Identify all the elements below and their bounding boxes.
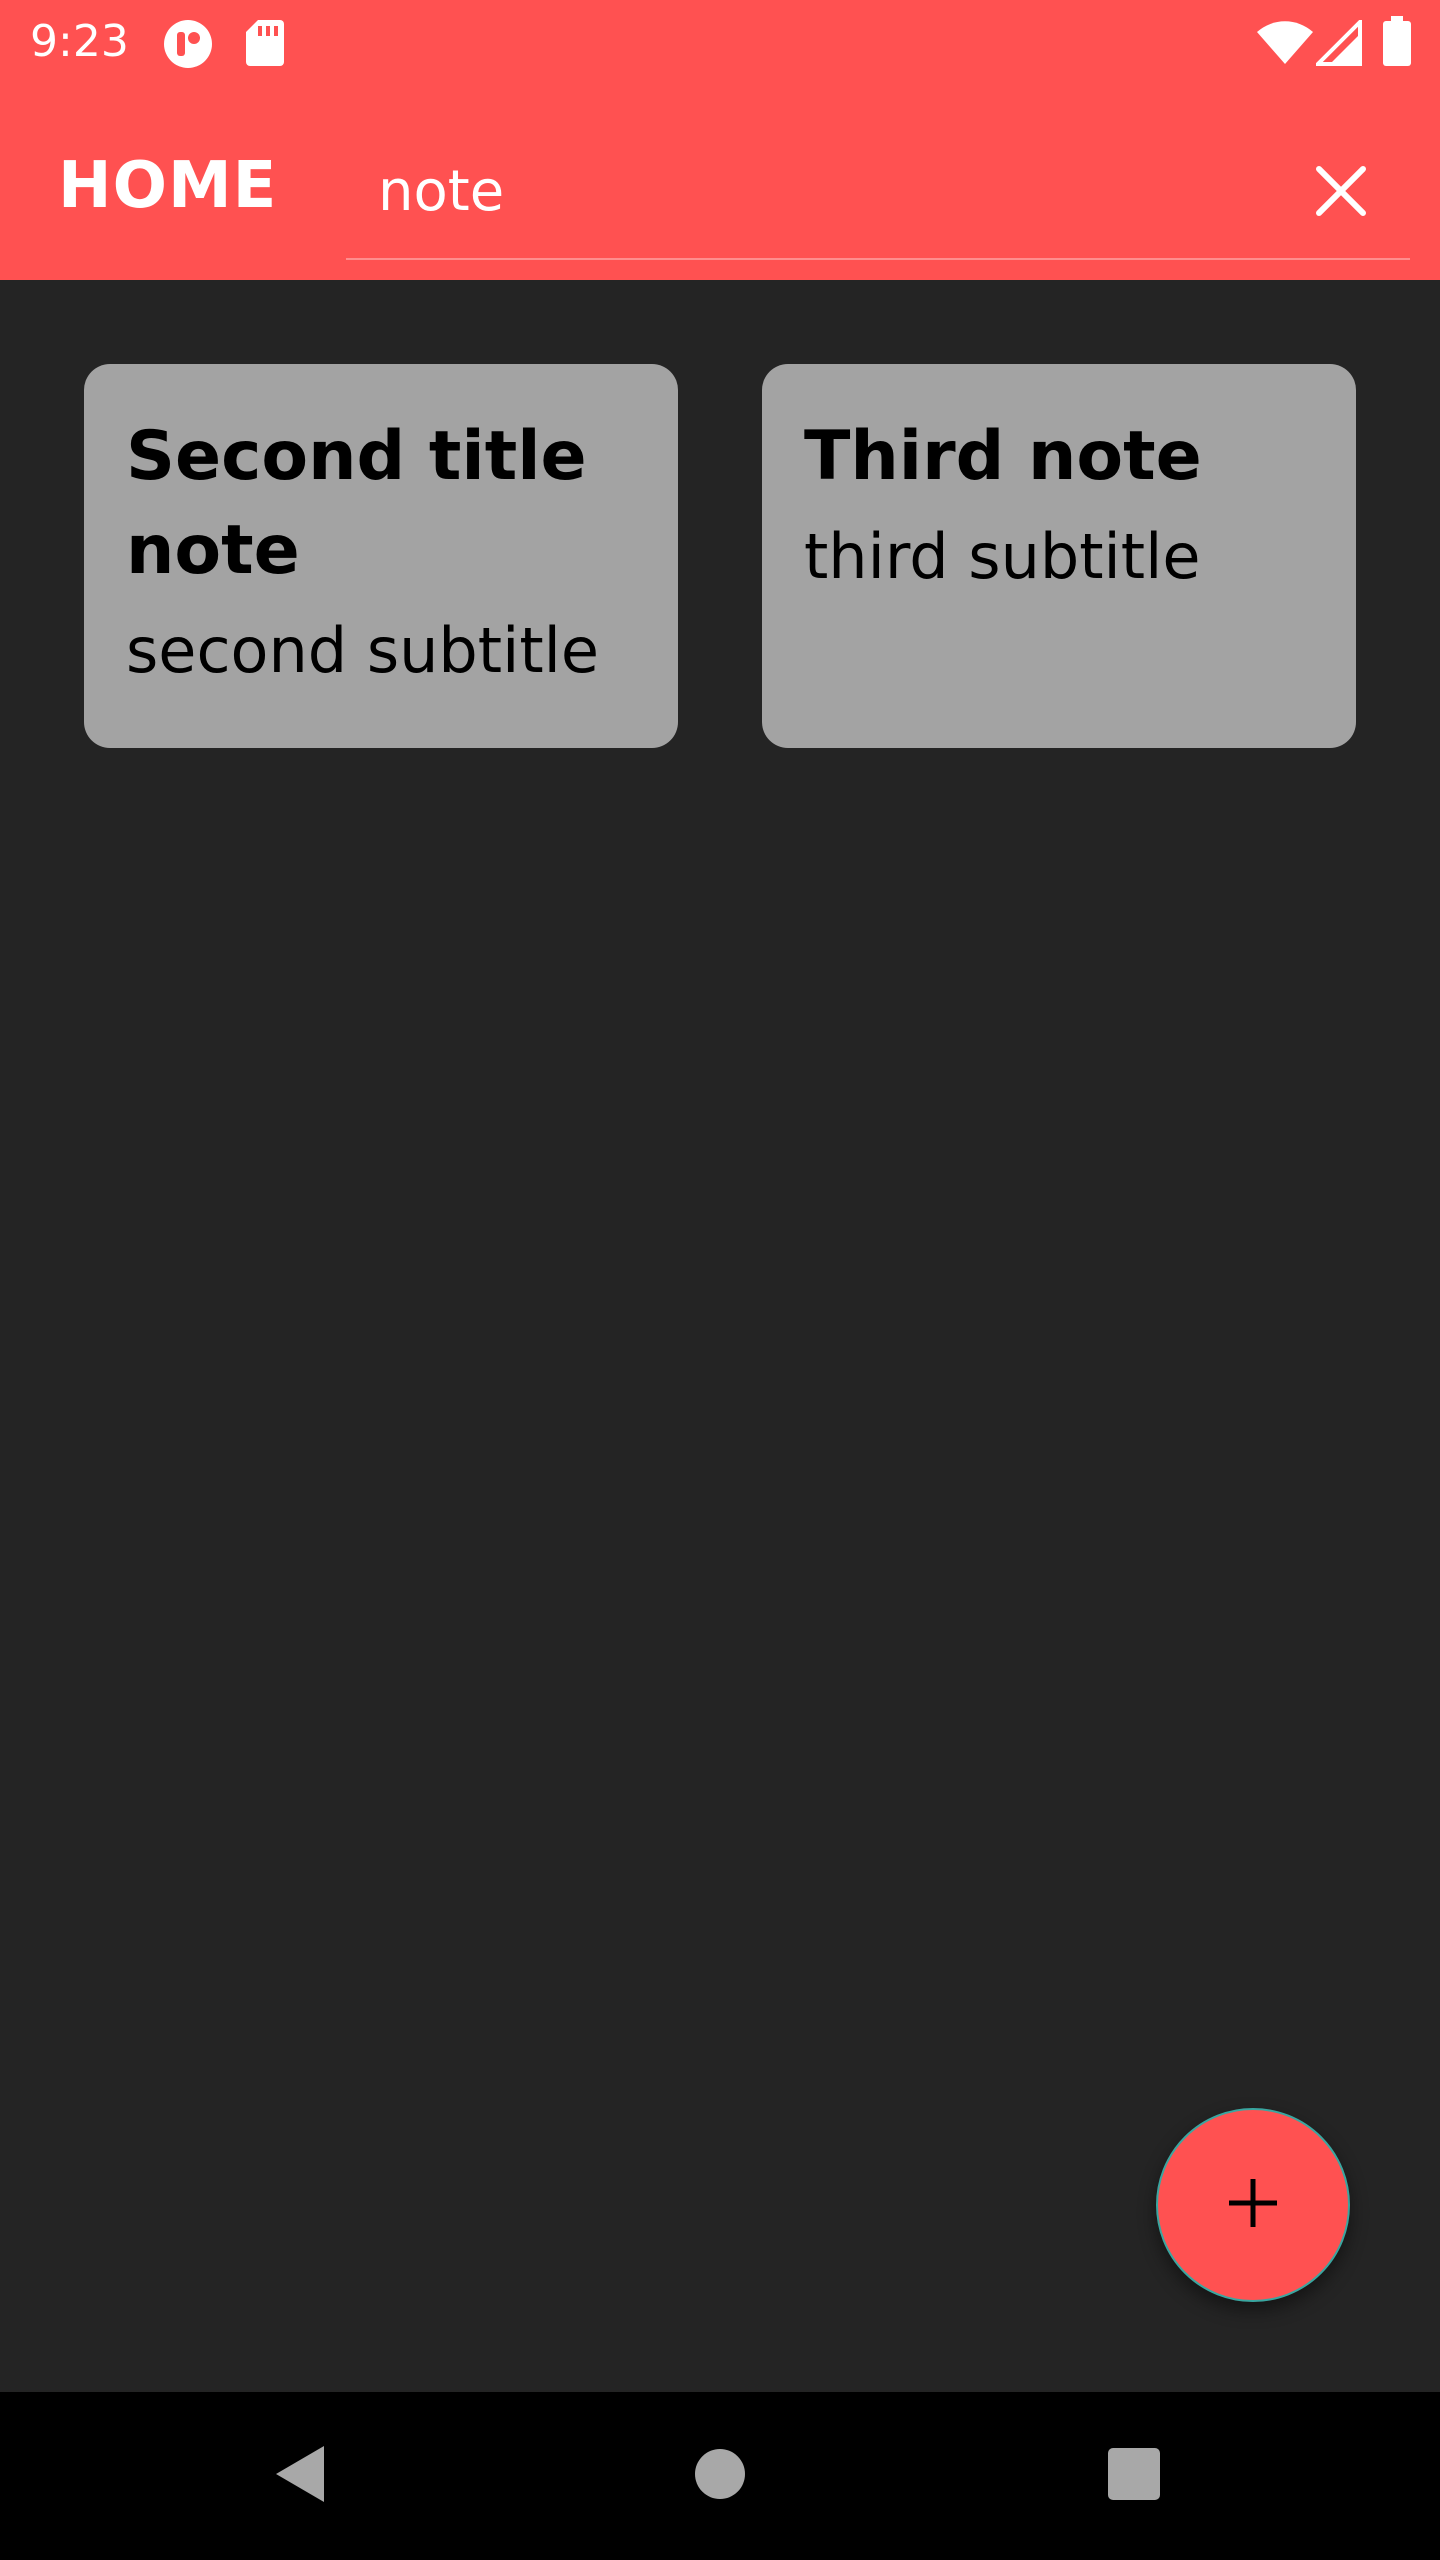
close-icon — [1313, 163, 1369, 224]
note-subtitle: third subtitle — [804, 520, 1201, 593]
sd-card-icon — [246, 18, 284, 71]
app-bar: HOME — [0, 84, 1440, 280]
home-button[interactable] — [620, 2392, 820, 2560]
close-search-button[interactable] — [1290, 142, 1392, 244]
battery-icon — [1382, 16, 1412, 71]
navigation-bar — [0, 2392, 1440, 2560]
wifi-icon — [1256, 20, 1314, 71]
recents-button[interactable] — [1034, 2392, 1234, 2560]
note-card[interactable]: Second title note second subtitle — [84, 364, 678, 748]
assistant-icon — [162, 18, 214, 75]
page-title: HOME — [58, 149, 278, 223]
back-button[interactable] — [200, 2392, 400, 2560]
plus-icon — [1225, 2175, 1281, 2236]
note-title: Second title note — [126, 417, 587, 590]
notes-grid: Second title note second subtitle Third … — [84, 364, 1356, 748]
home-icon — [694, 2448, 746, 2505]
recents-icon — [1107, 2447, 1161, 2506]
note-card[interactable]: Third note third subtitle — [762, 364, 1356, 748]
note-title: Third note — [804, 417, 1202, 496]
back-icon — [272, 2444, 328, 2509]
note-subtitle: second subtitle — [126, 614, 599, 687]
search-input[interactable] — [346, 124, 1410, 260]
status-time: 9:23 — [30, 16, 129, 67]
status-bar: 9:23 — [0, 0, 1440, 84]
screen: 9:23 HOME note Second title note second … — [0, 0, 1440, 2560]
signal-icon — [1313, 17, 1362, 71]
add-note-button[interactable] — [1156, 2108, 1350, 2302]
